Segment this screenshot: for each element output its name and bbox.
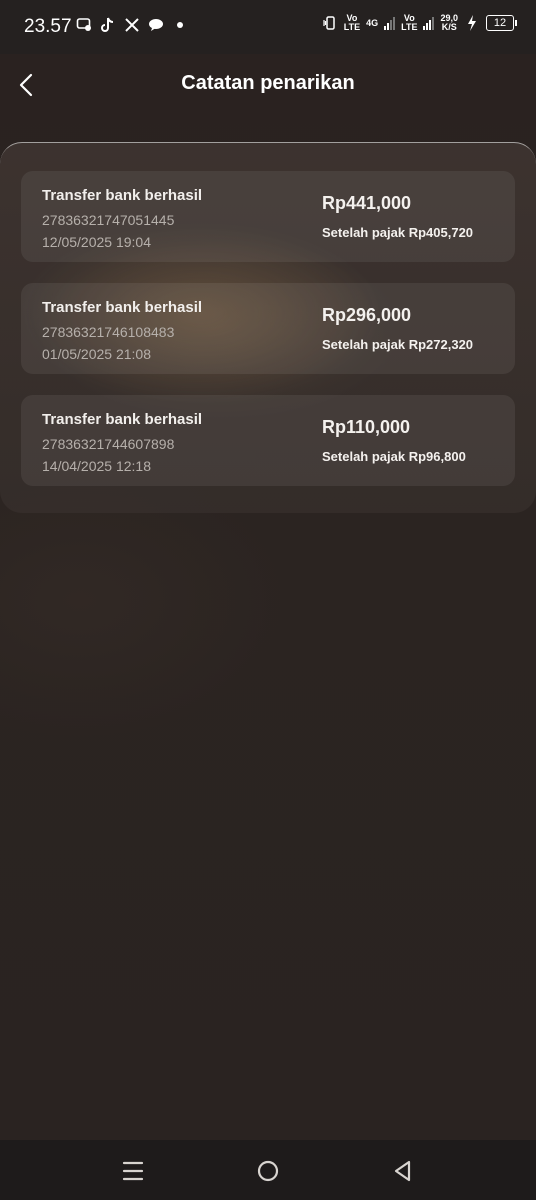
charging-bolt-icon bbox=[464, 15, 480, 31]
withdrawal-id: 27836321747051445 bbox=[42, 212, 175, 228]
volte-label-1: Vo LTE bbox=[343, 13, 361, 32]
withdrawal-status: Transfer bank berhasil bbox=[42, 411, 203, 428]
x-logo-icon bbox=[124, 17, 140, 33]
system-back-button[interactable] bbox=[390, 1158, 416, 1184]
system-status-icons: Vo LTE 4G Vo LTE 29,0 K/S 12 bbox=[322, 13, 517, 32]
battery-indicator: 12 bbox=[486, 15, 517, 31]
withdrawal-amount: Rp110,000 bbox=[322, 417, 411, 437]
withdrawal-datetime: 14/04/2025 12:18 bbox=[42, 458, 151, 474]
withdrawal-list-panel: Transfer bank berhasil 27836321747051445… bbox=[0, 142, 536, 513]
signal-strength-icon bbox=[384, 16, 396, 30]
battery-level: 12 bbox=[493, 17, 507, 29]
status-bar: 23.57 Vo LTE 4G Vo LTE 29,0 K/S 12 bbox=[0, 0, 536, 54]
system-navigation-bar bbox=[0, 1140, 536, 1200]
withdrawal-id: 27836321746108483 bbox=[42, 324, 175, 340]
network-speed: 29,0 K/S bbox=[440, 13, 458, 32]
back-triangle-icon bbox=[394, 1160, 411, 1182]
withdrawal-after-tax: Setelah pajak Rp405,720 bbox=[322, 225, 474, 240]
message-bubble-icon bbox=[148, 17, 164, 33]
withdrawal-datetime: 12/05/2025 19:04 bbox=[42, 234, 151, 250]
withdrawal-item[interactable]: Transfer bank berhasil 27836321744607898… bbox=[21, 395, 515, 486]
chat-bubble-icon bbox=[76, 17, 92, 33]
app-header: Catatan penarikan bbox=[0, 54, 536, 116]
home-button[interactable] bbox=[255, 1158, 281, 1184]
withdrawal-amount: Rp296,000 bbox=[322, 305, 412, 325]
withdrawal-item[interactable]: Transfer bank berhasil 27836321747051445… bbox=[21, 171, 515, 262]
withdrawal-id: 27836321744607898 bbox=[42, 436, 175, 452]
volte-label-2: Vo LTE bbox=[401, 13, 418, 32]
withdrawal-amount: Rp441,000 bbox=[322, 193, 412, 213]
menu-icon bbox=[122, 1161, 144, 1181]
recent-apps-button[interactable] bbox=[120, 1158, 146, 1184]
withdrawal-status: Transfer bank berhasil bbox=[42, 187, 203, 204]
withdrawal-status: Transfer bank berhasil bbox=[42, 299, 203, 316]
network-type-label: 4G bbox=[366, 17, 379, 28]
withdrawal-datetime: 01/05/2025 21:08 bbox=[42, 346, 151, 362]
signal-strength-icon-2 bbox=[423, 16, 435, 30]
home-circle-icon bbox=[257, 1160, 279, 1182]
status-time: 23.57 bbox=[24, 16, 72, 37]
vibrate-icon bbox=[322, 15, 338, 31]
withdrawal-after-tax: Setelah pajak Rp96,800 bbox=[322, 449, 466, 464]
tiktok-icon bbox=[100, 17, 116, 33]
more-notifications-dot-icon bbox=[172, 17, 188, 33]
withdrawal-after-tax: Setelah pajak Rp272,320 bbox=[322, 337, 474, 352]
withdrawal-item[interactable]: Transfer bank berhasil 27836321746108483… bbox=[21, 283, 515, 374]
notification-icons bbox=[76, 17, 188, 33]
page-title: Catatan penarikan bbox=[181, 72, 355, 94]
